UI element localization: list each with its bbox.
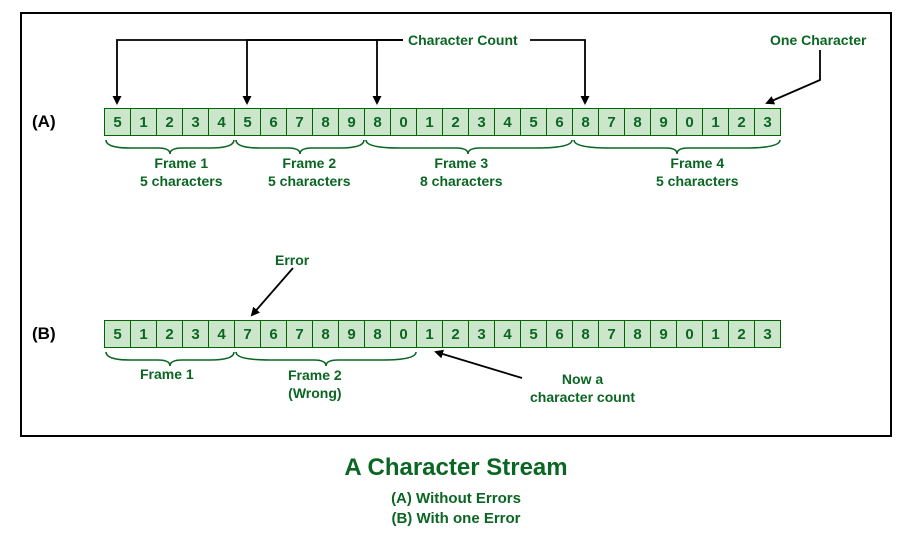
stream-a-cell: 8 xyxy=(364,108,391,136)
label-error: Error xyxy=(275,252,309,268)
stream-a-cell: 7 xyxy=(598,108,625,136)
stream-a-cell: 9 xyxy=(338,108,365,136)
stream-b-cell: 3 xyxy=(182,320,209,348)
title-sub-b: (B) With one Error xyxy=(0,510,912,527)
stream-b-cell: 1 xyxy=(130,320,157,348)
label-char-count: Character Count xyxy=(408,32,518,48)
stream-b-cell: 5 xyxy=(104,320,131,348)
stream-b-cell: 7 xyxy=(286,320,313,348)
stream-a-cell: 0 xyxy=(676,108,703,136)
label-frame-a2: Frame 2 5 characters xyxy=(268,154,351,190)
title-sub-a: (A) Without Errors xyxy=(0,490,912,507)
stream-a: 51234567898012345687890123 xyxy=(104,108,781,136)
stream-b-cell: 3 xyxy=(754,320,781,348)
stream-b-cell: 0 xyxy=(676,320,703,348)
stream-a-cell: 3 xyxy=(468,108,495,136)
stream-a-cell: 5 xyxy=(104,108,131,136)
stream-b-cell: 1 xyxy=(416,320,443,348)
label-frame-a1: Frame 1 5 characters xyxy=(140,154,223,190)
stream-b: 51234767898012345687890123 xyxy=(104,320,781,348)
label-frame-a3: Frame 3 8 characters xyxy=(420,154,503,190)
stream-b-cell: 5 xyxy=(520,320,547,348)
stream-b-cell: 8 xyxy=(572,320,599,348)
stream-b-cell: 6 xyxy=(260,320,287,348)
stream-b-cell: 2 xyxy=(156,320,183,348)
stream-b-cell: 7 xyxy=(234,320,261,348)
title-main: A Character Stream xyxy=(0,454,912,482)
label-frame-b1: Frame 1 xyxy=(140,366,194,382)
stream-b-cell: 2 xyxy=(442,320,469,348)
stream-a-cell: 3 xyxy=(754,108,781,136)
label-one-char: One Character xyxy=(770,32,866,48)
stream-a-cell: 8 xyxy=(312,108,339,136)
stream-a-cell: 3 xyxy=(182,108,209,136)
stream-b-cell: 9 xyxy=(650,320,677,348)
stream-a-cell: 6 xyxy=(260,108,287,136)
stream-a-cell: 5 xyxy=(234,108,261,136)
stream-a-cell: 1 xyxy=(416,108,443,136)
stream-b-cell: 6 xyxy=(546,320,573,348)
stream-a-cell: 7 xyxy=(286,108,313,136)
stream-a-cell: 6 xyxy=(546,108,573,136)
stream-b-cell: 9 xyxy=(338,320,365,348)
stream-b-cell: 8 xyxy=(312,320,339,348)
stream-a-cell: 0 xyxy=(390,108,417,136)
stream-b-cell: 8 xyxy=(364,320,391,348)
row-label-a: (A) xyxy=(32,112,56,132)
stream-b-cell: 8 xyxy=(624,320,651,348)
stream-b-cell: 7 xyxy=(598,320,625,348)
label-now-count: Now a character count xyxy=(530,370,635,406)
stream-a-cell: 2 xyxy=(156,108,183,136)
stream-b-cell: 0 xyxy=(390,320,417,348)
stream-a-cell: 4 xyxy=(494,108,521,136)
stream-b-cell: 4 xyxy=(494,320,521,348)
stream-a-cell: 9 xyxy=(650,108,677,136)
stream-b-cell: 3 xyxy=(468,320,495,348)
stream-a-cell: 8 xyxy=(624,108,651,136)
row-label-b: (B) xyxy=(32,324,56,344)
stream-b-cell: 4 xyxy=(208,320,235,348)
stream-a-cell: 1 xyxy=(702,108,729,136)
stream-a-cell: 2 xyxy=(728,108,755,136)
stream-a-cell: 2 xyxy=(442,108,469,136)
stream-b-cell: 2 xyxy=(728,320,755,348)
stream-b-cell: 1 xyxy=(702,320,729,348)
label-frame-b2: Frame 2 (Wrong) xyxy=(288,366,342,402)
label-frame-a4: Frame 4 5 characters xyxy=(656,154,739,190)
stream-a-cell: 8 xyxy=(572,108,599,136)
stream-a-cell: 4 xyxy=(208,108,235,136)
stream-a-cell: 1 xyxy=(130,108,157,136)
stream-a-cell: 5 xyxy=(520,108,547,136)
